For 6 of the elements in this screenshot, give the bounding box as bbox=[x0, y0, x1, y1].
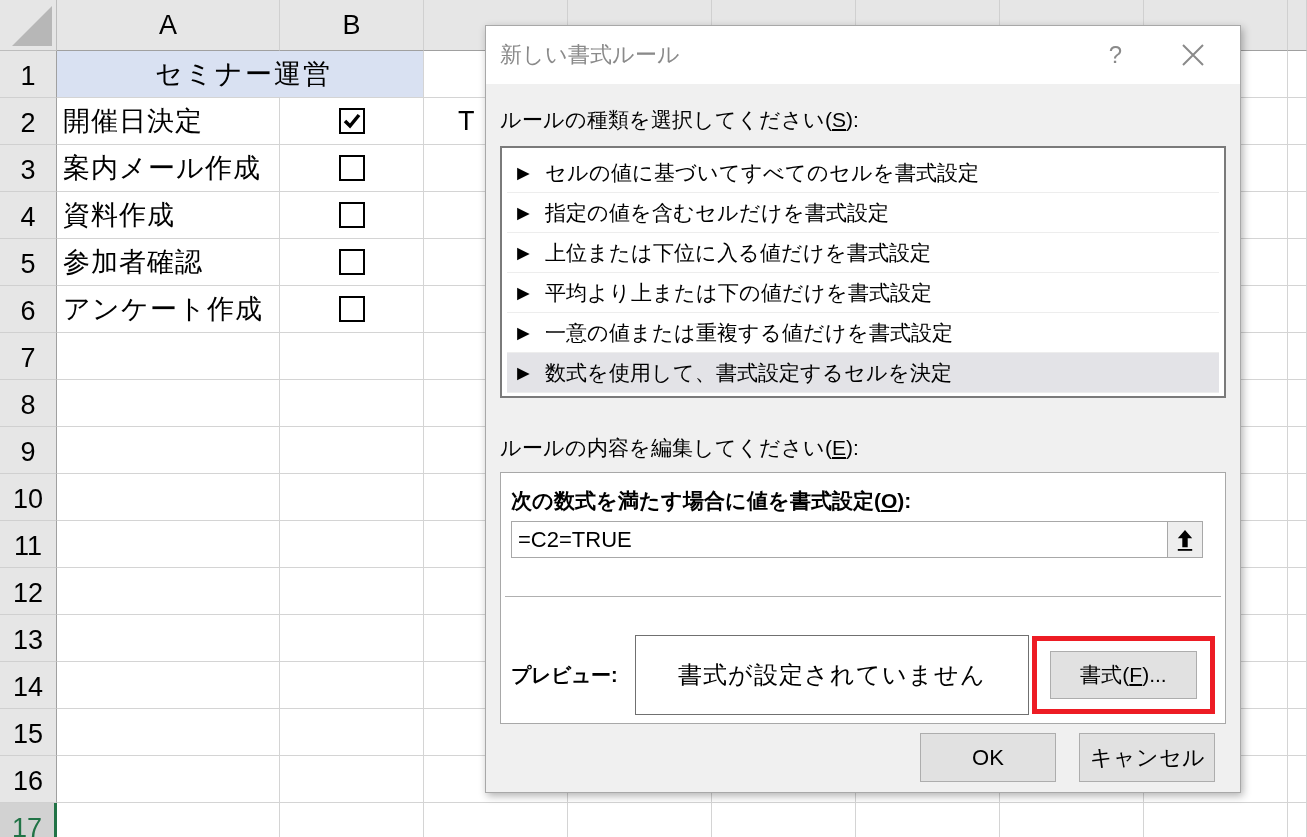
preview-label: プレビュー: bbox=[511, 662, 619, 688]
rule-type-label: ルールの種類を選択してください(S): bbox=[500, 107, 860, 133]
dialog-title: 新しい書式ルール bbox=[500, 41, 681, 69]
preview-text: 書式が設定されていません bbox=[678, 660, 987, 690]
edit-rule-label: ルールの内容を編集してください(E): bbox=[500, 435, 860, 461]
formula-label: 次の数式を満たす場合に値を書式設定(O): bbox=[511, 488, 913, 514]
